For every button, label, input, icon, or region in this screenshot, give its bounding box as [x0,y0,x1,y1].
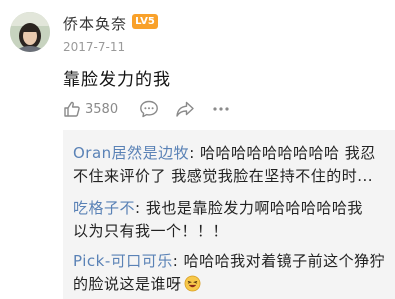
laughing-face-emoji [184,275,200,292]
share-button[interactable] [175,98,195,120]
comment-timestamp: 2017-7-11 [63,40,126,54]
like-button[interactable]: 3580 [63,98,118,120]
replies-panel: Oran居然是边牧: 哈哈哈哈哈哈哈哈哈 我忍 不住来评价了 我感觉我脸在坚持不… [63,130,395,299]
reply-author[interactable]: Pick-可口可乐 [73,252,173,270]
comment-card: 侨本奂奈 LV5 2017-7-11 靠脸发力的我 3580 Oran居然是边牧… [0,0,395,299]
share-icon [176,101,194,117]
reply-author[interactable]: Oran居然是边牧 [73,144,189,162]
thumbs-up-icon [64,101,80,117]
more-icon [213,107,229,111]
like-count: 3580 [85,101,119,117]
more-button[interactable] [211,98,231,120]
reply-item[interactable]: Oran居然是边牧: 哈哈哈哈哈哈哈哈哈 我忍 不住来评价了 我感觉我脸在坚持不… [73,142,391,188]
avatar-image [10,12,50,52]
reply-text-continued: 不住来评价了 我感觉我脸在坚持不住的时... [73,167,374,185]
reply-text: 我也是靠脸发力啊哈哈哈哈哈我 [140,199,363,217]
user-avatar[interactable] [10,12,50,52]
reply-text: 哈哈哈我对着镜子前这个狰狞 [178,252,386,270]
reply-item[interactable]: Pick-可口可乐: 哈哈哈我对着镜子前这个狰狞 的脸说这是谁呀 [73,250,391,296]
username[interactable]: 侨本奂奈 [63,13,127,34]
reply-text-continued: 的脸说这是谁呀 [73,275,182,293]
reply-text-continued: 以为只有我一个！！！ [73,222,229,240]
comment-icon [140,100,158,118]
comment-text: 靠脸发力的我 [63,70,171,90]
comment-button[interactable] [139,98,159,120]
comment-action-bar: 3580 [63,98,263,120]
level-badge: LV5 [132,14,158,29]
reply-text: 哈哈哈哈哈哈哈哈哈 我忍 [194,144,376,162]
reply-item[interactable]: 吃格子不: 我也是靠脸发力啊哈哈哈哈哈我 以为只有我一个！！！ [73,197,391,243]
reply-author[interactable]: 吃格子不 [73,199,135,217]
